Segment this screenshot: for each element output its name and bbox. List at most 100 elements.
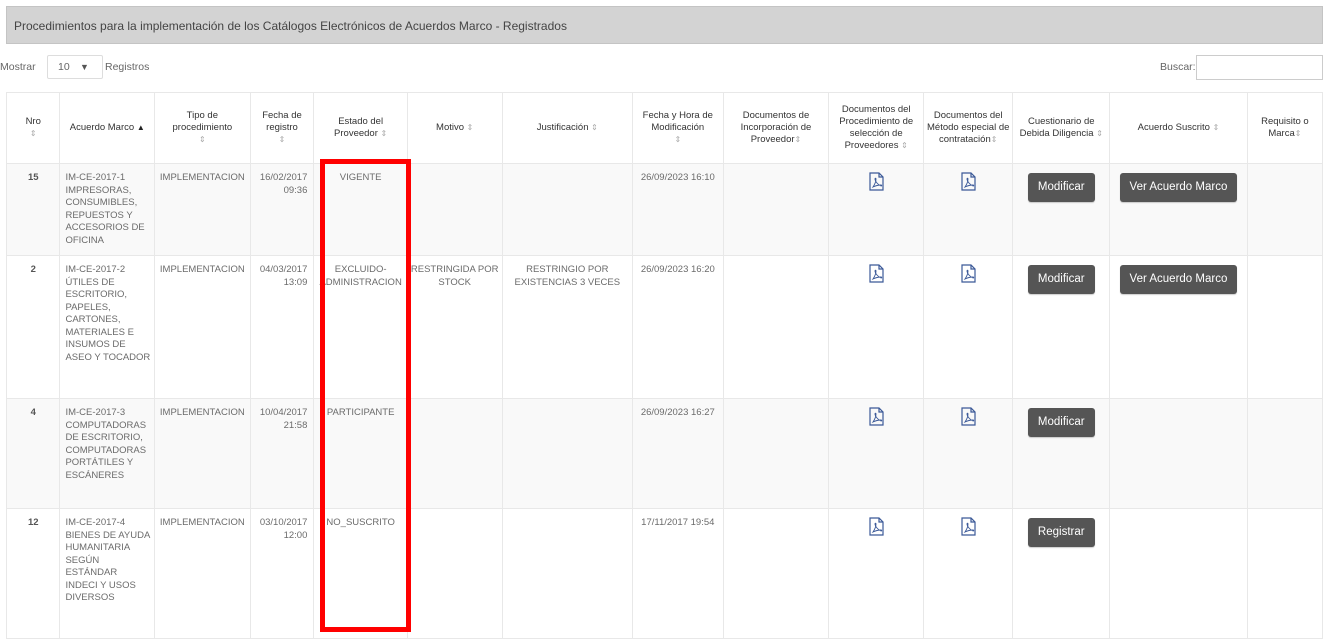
modificar-button[interactable]: Modificar [1027,173,1095,202]
cell-estado: NO_SUSCRITO [313,508,408,639]
page-size-value: 10 [58,61,70,73]
cell-tipo: IMPLEMENTACION [154,255,251,399]
ver-acuerdo-marco-button[interactable]: Ver Acuerdo Marco [1119,265,1238,294]
modificar-button[interactable]: Modificar [1027,408,1095,437]
column-header-acuerdo[interactable]: Acuerdo Marco ▲ [59,92,156,164]
cell-doc-incorporacion-text [724,164,829,172]
column-header-cuestionario[interactable]: Cuestionario de Debida Diligencia ⇕ [1012,92,1111,164]
search-input[interactable] [1196,55,1323,80]
cell-acuerdo-text: IM-CE-2017-3 COMPUTADORAS DE ESCRITORIO,… [65,407,147,481]
cell-doc-metodo [922,508,1014,639]
cell-nro: 4 [5,398,61,509]
show-label: Mostrar [0,61,36,73]
column-header-tipo[interactable]: Tipo de procedimiento ⇕ [154,92,251,164]
procedures-table: Nro ⇕ Acuerdo Marco ▲ Tipo de procedimien… [5,92,1324,639]
registrar-button[interactable]: Registrar [1027,518,1095,547]
cell-cuestionario: Modificar [1012,163,1111,256]
column-header-fecha-registro[interactable]: Fecha de registro ⇕ [249,92,315,164]
column-header-motivo[interactable]: Motivo ⇕ [406,92,503,164]
cell-acuerdo: IM-CE-2017-3 COMPUTADORAS DE ESCRITORIO,… [59,398,156,509]
cell-fecha-mod: 26/09/2023 16:10 [632,163,724,256]
cell-doc-incorporacion [722,398,830,509]
column-header-nro[interactable]: Nro ⇕ [5,92,61,164]
cell-tipo-text: IMPLEMENTACION [159,172,245,183]
cell-tipo-text: IMPLEMENTACION [159,517,245,528]
column-header-justificacion[interactable]: Justificación ⇕ [501,92,634,164]
cell-doc-metodo [922,163,1014,256]
cell-tipo: IMPLEMENTACION [154,398,251,509]
modificar-button[interactable]: Modificar [1027,265,1095,294]
cell-doc-procedimiento [828,163,924,256]
pdf-icon[interactable] [868,172,885,196]
cell-motivo-text [408,509,502,517]
cell-justificacion [501,398,634,509]
cell-acuerdo: IM-CE-2017-1 IMPRESORAS, CONSUMIBLES, RE… [59,163,156,256]
cell-estado: EXCLUIDO-ADMINISTRACION [313,255,408,399]
cell-motivo [406,163,503,256]
cell-fecha-registro: 04/03/2017 13:09 [249,255,315,399]
cell-nro: 2 [5,255,61,399]
cell-fecha-registro: 16/02/2017 09:36 [249,163,315,256]
pdf-icon[interactable] [868,407,885,431]
cell-doc-procedimiento [828,508,924,639]
ver-acuerdo-marco-button[interactable]: Ver Acuerdo Marco [1119,173,1238,202]
chevron-down-icon: ▼ [80,62,89,72]
cell-motivo-text [408,164,502,172]
column-header-doc-metodo[interactable]: Documentos del Método especial de contra… [922,92,1014,164]
cell-justificacion-text: RESTRINGIO POR EXISTENCIAS 3 VECES [514,264,621,288]
cell-cuestionario: Modificar [1012,398,1111,509]
cell-cuestionario: Registrar [1012,508,1111,639]
cell-acuerdo-suscrito: Ver Acuerdo Marco [1109,163,1248,256]
cell-requisito-text [1248,509,1322,517]
table-row: 12 IM-CE-2017-4 BIENES DE AYUDA HUMANITAR… [5,508,1324,639]
pdf-icon[interactable] [960,407,977,431]
cell-justificacion-text [503,164,633,172]
column-header-fecha-mod[interactable]: Fecha y Hora de Modificación ⇕ [632,92,724,164]
cell-fecha-registro: 03/10/2017 12:00 [249,508,315,639]
column-header-requisito[interactable]: Requisito o Marca⇕ [1246,92,1324,164]
cell-estado-text: NO_SUSCRITO [326,517,395,528]
pdf-icon[interactable] [868,264,885,288]
cell-justificacion-text [503,399,633,407]
cell-requisito [1246,508,1324,639]
cell-fecha-mod: 26/09/2023 16:27 [632,398,724,509]
cell-fecha-registro: 10/04/2017 21:58 [249,398,315,509]
cell-fecha-registro-text: 10/04/2017 21:58 [259,407,308,431]
cell-fecha-mod: 26/09/2023 16:20 [632,255,724,399]
cell-nro-text: 15 [27,172,39,183]
cell-justificacion [501,163,634,256]
cell-justificacion [501,508,634,639]
cell-acuerdo-text: IM-CE-2017-2 ÚTILES DE ESCRITORIO, PAPEL… [65,264,151,363]
pdf-icon[interactable] [960,517,977,541]
cell-acuerdo-suscrito [1109,398,1248,509]
cell-motivo [406,398,503,509]
pdf-icon[interactable] [960,264,977,288]
cell-doc-procedimiento [828,255,924,399]
page-size-select[interactable]: 10 ▼ [47,55,103,79]
column-header-estado[interactable]: Estado del Proveedor ⇕ [313,92,408,164]
cell-nro-text: 4 [30,407,36,418]
cell-motivo [406,508,503,639]
cell-tipo-text: IMPLEMENTACION [159,407,245,418]
table-row: 2 IM-CE-2017-2 ÚTILES DE ESCRITORIO, PAPE… [5,255,1324,399]
table-row: 4 IM-CE-2017-3 COMPUTADORAS DE ESCRITORIO… [5,398,1324,509]
column-header-acuerdo-suscrito[interactable]: Acuerdo Suscrito ⇕ [1109,92,1248,164]
cell-requisito-text [1248,256,1322,264]
search-label: Buscar: [1160,61,1196,73]
pdf-icon[interactable] [960,172,977,196]
cell-doc-incorporacion-text [724,399,829,407]
table-controls: Mostrar 10 ▼ Registros Buscar: [0,55,1327,81]
cell-doc-incorporacion [722,163,830,256]
cell-fecha-mod-text: 26/09/2023 16:20 [640,264,715,275]
cell-doc-incorporacion [722,508,830,639]
cell-fecha-registro-text: 04/03/2017 13:09 [259,264,308,288]
cell-requisito-text [1248,399,1322,407]
column-header-doc-procedimiento[interactable]: Documentos del Procedimiento de selecció… [828,92,924,164]
cell-tipo: IMPLEMENTACION [154,508,251,639]
cell-estado: PARTICIPANTE [313,398,408,509]
cell-nro-text: 12 [27,517,39,528]
pdf-icon[interactable] [868,517,885,541]
cell-estado-text: PARTICIPANTE [326,407,395,418]
cell-fecha-registro-text: 16/02/2017 09:36 [259,172,308,196]
column-header-doc-incorporacion[interactable]: Documentos de Incorporación de Proveedor… [722,92,830,164]
